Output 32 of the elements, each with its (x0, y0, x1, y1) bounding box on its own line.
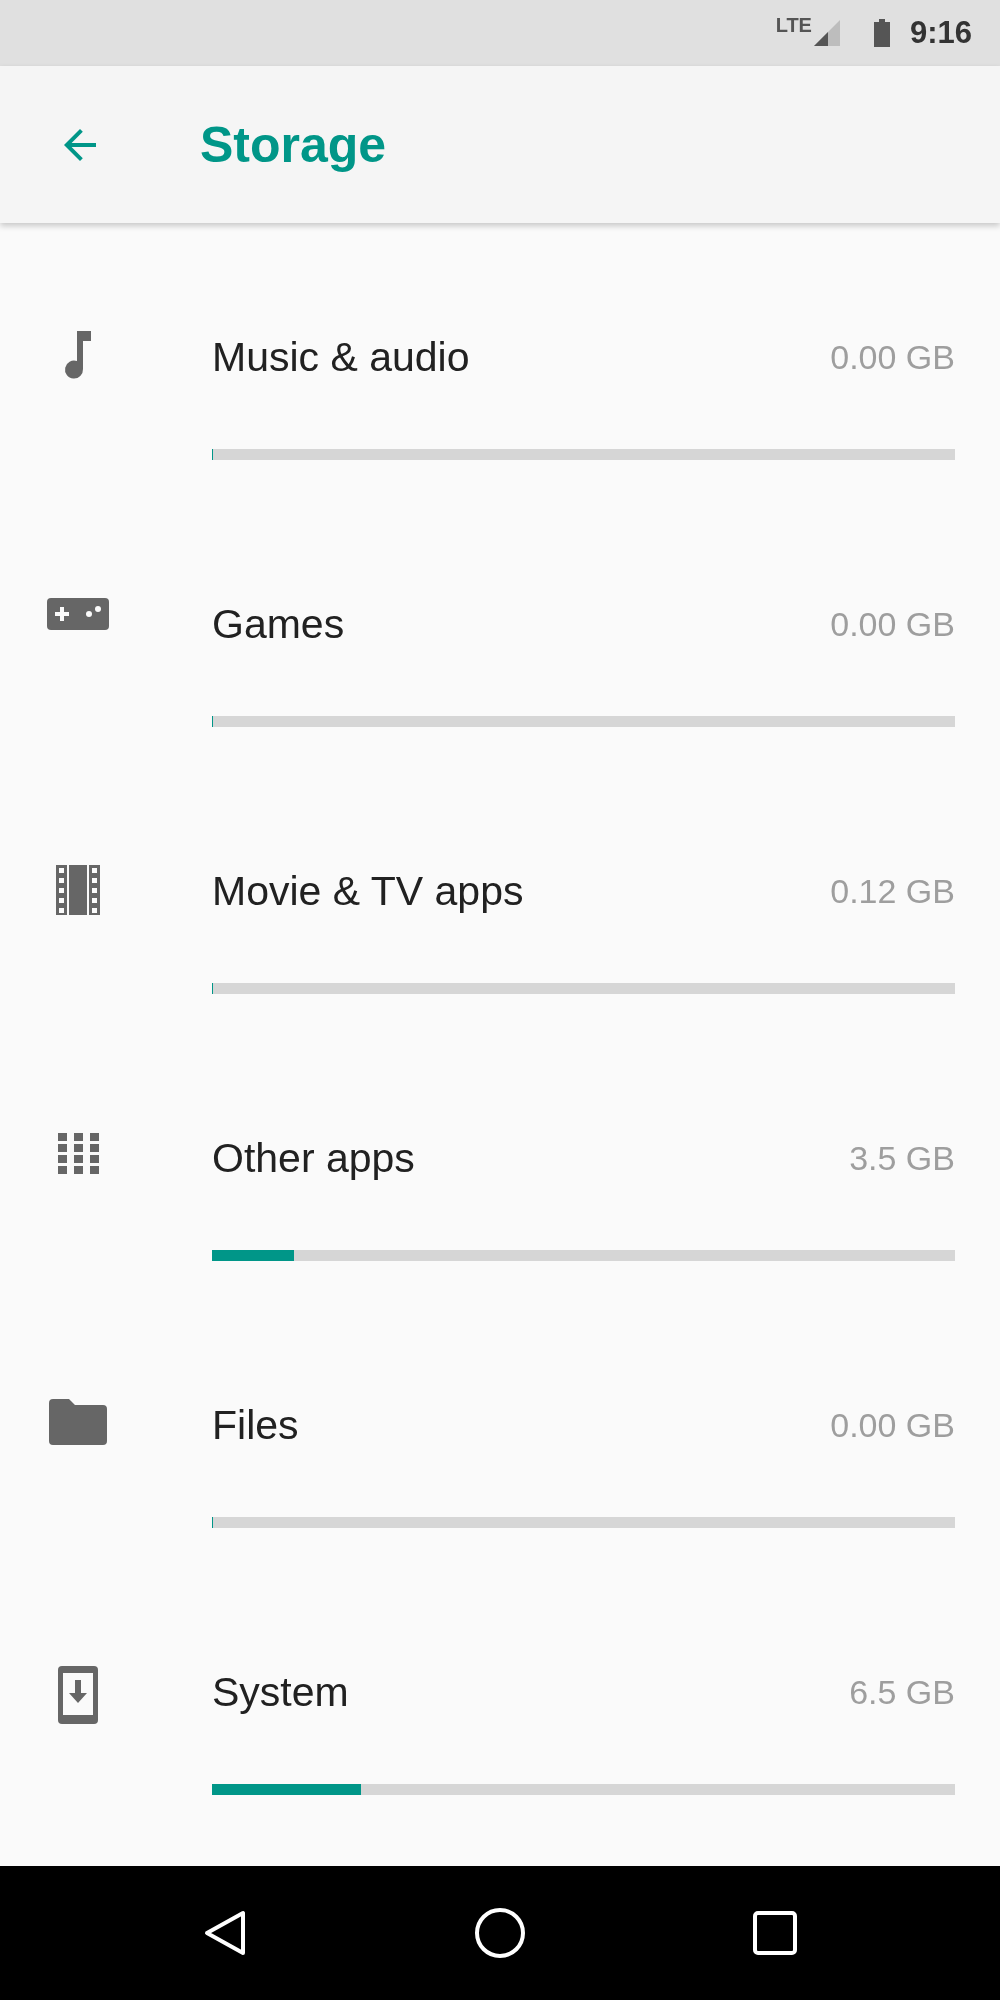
battery-icon (873, 19, 890, 47)
phone-download-icon (58, 1666, 98, 1724)
category-label: Files (212, 1401, 299, 1449)
storage-size: 0.12 GB (830, 871, 955, 911)
category-label: Movie & TV apps (212, 867, 524, 915)
storage-size: 0.00 GB (830, 1405, 955, 1445)
recents-icon[interactable] (752, 1911, 797, 1955)
category-label: System (212, 1668, 349, 1716)
storage-category-item[interactable]: Games 0.00 GB (0, 490, 1000, 757)
grid-icon (56, 1132, 100, 1176)
category-label: Games (212, 600, 345, 648)
network-type: LTE (775, 14, 812, 37)
category-label: Music & audio (212, 333, 470, 381)
home-icon[interactable] (474, 1907, 526, 1959)
storage-size: 3.5 GB (849, 1138, 955, 1178)
film-strip-icon (56, 865, 100, 915)
page-title: Storage (200, 115, 387, 174)
back-icon[interactable] (203, 1909, 248, 1957)
folder-icon (49, 1399, 107, 1445)
category-label: Other apps (212, 1134, 415, 1182)
storage-category-item[interactable]: Music & audio 0.00 GB (0, 223, 1000, 490)
storage-size: 6.5 GB (849, 1672, 955, 1712)
storage-size: 0.00 GB (830, 337, 955, 377)
storage-category-item[interactable]: Other apps 3.5 GB (0, 1024, 1000, 1291)
music-note-icon (63, 331, 93, 381)
storage-category-item[interactable]: Movie & TV apps 0.12 GB (0, 757, 1000, 1024)
storage-category-item[interactable]: System 6.5 GB (0, 1558, 1000, 1825)
clock: 9:16 (909, 15, 972, 51)
signal-icon (813, 20, 840, 46)
storage-category-item[interactable]: Files 0.00 GB (0, 1291, 1000, 1558)
gamepad-icon (47, 598, 109, 630)
storage-size: 0.00 GB (830, 604, 955, 644)
